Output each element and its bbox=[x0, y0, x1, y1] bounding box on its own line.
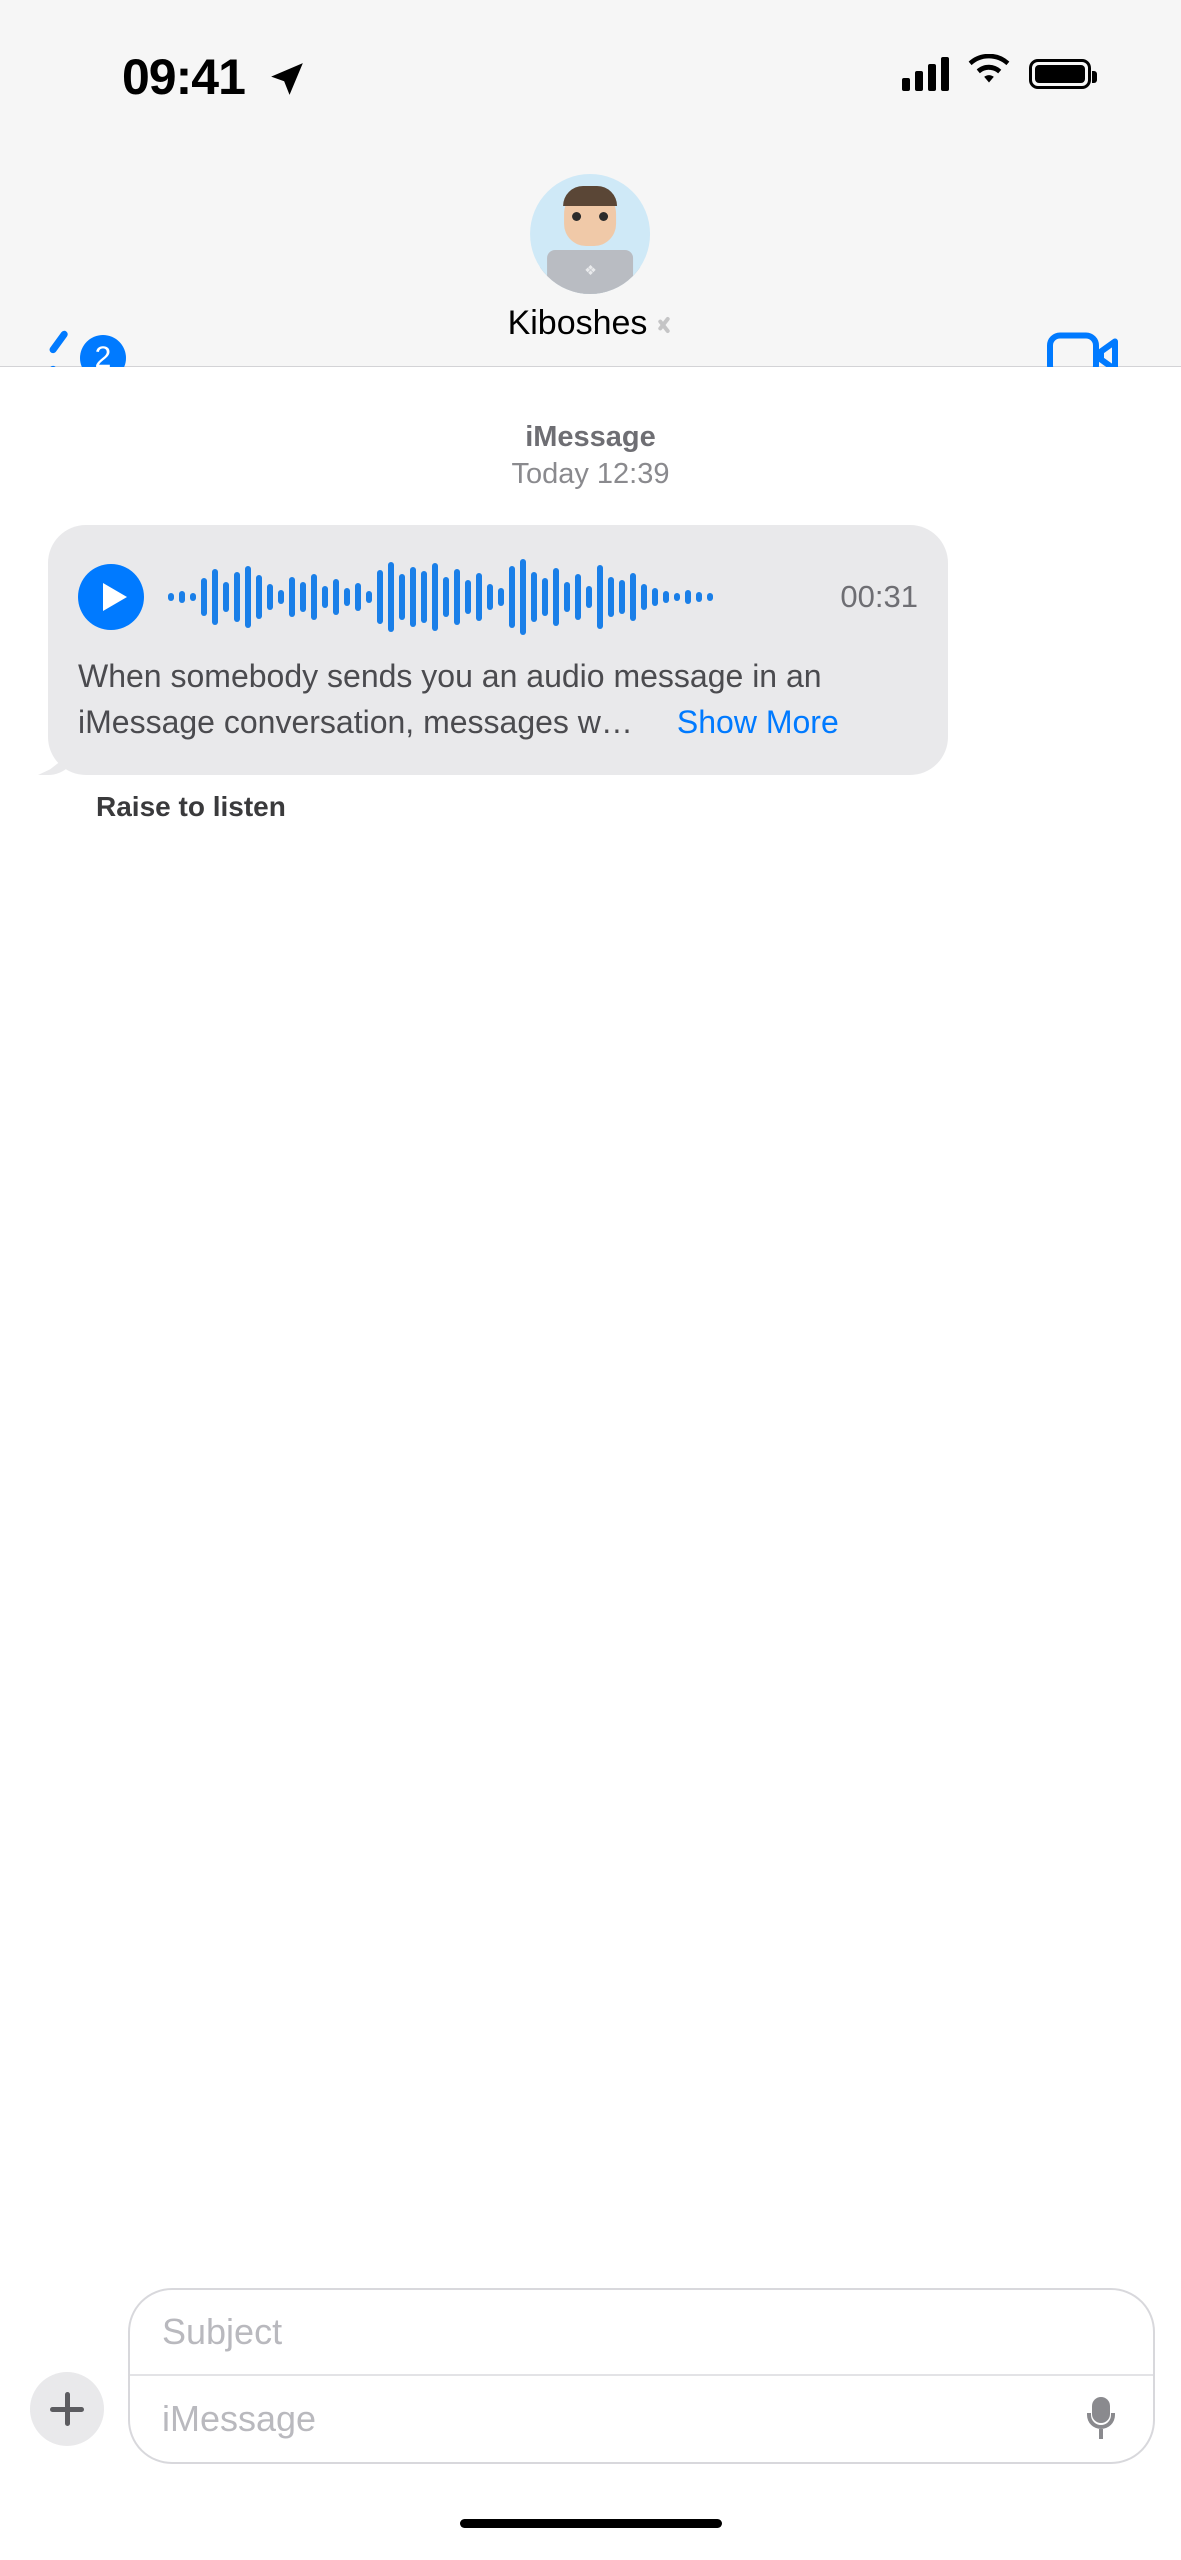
waveform-bar bbox=[377, 570, 383, 624]
audio-waveform bbox=[168, 557, 816, 637]
transcript-line-1: When somebody sends you an audio message… bbox=[78, 658, 822, 694]
signal-bars-icon bbox=[902, 56, 949, 91]
message-row: 00:31 When somebody sends you an audio m… bbox=[0, 525, 1181, 823]
microphone-icon[interactable] bbox=[1087, 2397, 1115, 2441]
waveform-bar bbox=[509, 566, 515, 628]
waveform-bar bbox=[311, 574, 317, 620]
waveform-bar bbox=[410, 567, 416, 627]
message-placeholder: iMessage bbox=[162, 2398, 317, 2439]
waveform-bar bbox=[388, 562, 394, 632]
waveform-bar bbox=[531, 572, 537, 622]
thread-meta: iMessage Today 12:39 bbox=[0, 419, 1181, 493]
waveform-bar bbox=[355, 583, 361, 611]
waveform-bar bbox=[333, 579, 339, 615]
audio-duration: 00:31 bbox=[840, 579, 918, 614]
battery-full-icon bbox=[1029, 58, 1097, 89]
waveform-bar bbox=[564, 582, 570, 612]
waveform-bar bbox=[641, 584, 647, 610]
memoji-avatar bbox=[530, 174, 651, 294]
waveform-bar bbox=[256, 575, 262, 619]
waveform-bar bbox=[597, 565, 603, 629]
timestamp-label: Today 12:39 bbox=[511, 458, 670, 490]
message-field[interactable]: iMessage bbox=[130, 2376, 1153, 2462]
waveform-bar bbox=[190, 593, 196, 601]
waveform-bar bbox=[443, 577, 449, 617]
message-thread: iMessage Today 12:39 00:31 When somebody… bbox=[0, 367, 1181, 2560]
composer-fields: Subject iMessage bbox=[128, 2288, 1155, 2464]
audio-message-bubble[interactable]: 00:31 When somebody sends you an audio m… bbox=[48, 525, 948, 775]
subject-field[interactable]: Subject bbox=[130, 2290, 1153, 2376]
waveform-bar bbox=[586, 586, 592, 608]
conversation-header: 2 Kiboshes bbox=[0, 158, 1181, 381]
waveform-bar bbox=[685, 590, 691, 604]
waveform-bar bbox=[498, 588, 504, 606]
waveform-bar bbox=[234, 572, 240, 622]
waveform-bar bbox=[278, 590, 284, 604]
contact-name: Kiboshes bbox=[507, 304, 648, 342]
play-button-icon[interactable] bbox=[78, 564, 144, 630]
audio-player[interactable]: 00:31 bbox=[78, 551, 918, 643]
composer-bar: Subject iMessage bbox=[0, 2288, 1181, 2464]
waveform-bar bbox=[201, 578, 207, 616]
waveform-bar bbox=[630, 573, 636, 621]
show-more-button[interactable]: Show More bbox=[677, 699, 839, 745]
contact-info[interactable]: Kiboshes bbox=[508, 174, 674, 343]
waveform-bar bbox=[454, 569, 460, 625]
transcript-line-2: iMessage conversation, messages w… bbox=[78, 704, 633, 740]
plus-button-icon[interactable] bbox=[30, 2372, 104, 2446]
waveform-bar bbox=[465, 580, 471, 614]
chevron-right-icon bbox=[657, 311, 673, 337]
service-label: iMessage bbox=[525, 421, 656, 453]
audio-transcript: When somebody sends you an audio message… bbox=[78, 653, 918, 745]
waveform-bar bbox=[366, 591, 372, 603]
waveform-bar bbox=[575, 574, 581, 620]
waveform-bar bbox=[322, 586, 328, 608]
waveform-bar bbox=[432, 563, 438, 631]
location-arrow-icon bbox=[268, 60, 306, 103]
waveform-bar bbox=[608, 577, 614, 617]
waveform-bar bbox=[344, 588, 350, 606]
waveform-bar bbox=[520, 559, 526, 635]
waveform-bar bbox=[300, 582, 306, 612]
wifi-icon bbox=[967, 53, 1011, 93]
waveform-bar bbox=[707, 593, 713, 601]
waveform-bar bbox=[168, 593, 174, 601]
waveform-bar bbox=[674, 593, 680, 601]
waveform-bar bbox=[553, 568, 559, 626]
status-bar: 09:41 bbox=[0, 0, 1181, 158]
waveform-bar bbox=[399, 574, 405, 620]
waveform-bar bbox=[696, 592, 702, 602]
waveform-bar bbox=[476, 573, 482, 621]
waveform-bar bbox=[223, 582, 229, 612]
waveform-bar bbox=[289, 577, 295, 617]
messages-screen: 09:41 2 ❖ Kiboshes iMessage Today 12:39 … bbox=[0, 0, 1181, 2560]
status-indicators bbox=[902, 53, 1097, 93]
status-time: 09:41 bbox=[122, 49, 246, 105]
waveform-bar bbox=[212, 569, 218, 625]
waveform-bar bbox=[542, 578, 548, 616]
home-indicator bbox=[459, 2519, 722, 2528]
waveform-bar bbox=[619, 580, 625, 614]
waveform-bar bbox=[421, 571, 427, 623]
waveform-bar bbox=[179, 591, 185, 603]
subject-placeholder: Subject bbox=[162, 2311, 283, 2352]
raise-to-listen-label: Raise to listen bbox=[96, 791, 286, 822]
waveform-bar bbox=[487, 584, 493, 610]
waveform-bar bbox=[267, 584, 273, 610]
waveform-bar bbox=[245, 566, 251, 628]
waveform-bar bbox=[652, 588, 658, 606]
waveform-bar bbox=[663, 591, 669, 603]
